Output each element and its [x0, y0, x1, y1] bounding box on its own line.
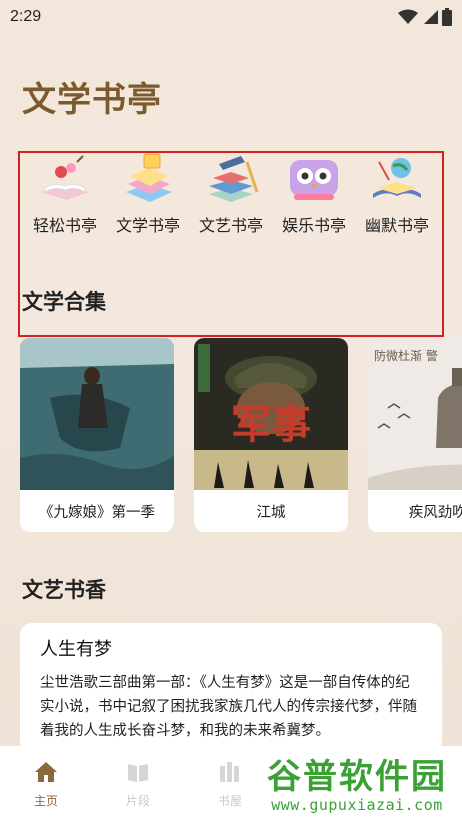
- battery-icon: [442, 8, 452, 26]
- category-label: 娱乐书亭: [281, 216, 346, 235]
- category-label: 文艺书亭: [198, 216, 263, 235]
- watermark-url: www.gupuxiazai.com: [271, 796, 443, 814]
- nav-label: 主页: [33, 794, 58, 808]
- article-title: 人生有梦: [40, 639, 112, 660]
- category-entertainment[interactable]: 娱乐书亭: [273, 152, 355, 242]
- book-icon: [128, 764, 148, 782]
- status-icons: [398, 8, 452, 26]
- book-card[interactable]: 军事 江城: [194, 338, 348, 532]
- signal-icon: [424, 10, 438, 24]
- library-icon: [220, 762, 239, 782]
- book-cover-image: 军事: [194, 338, 348, 490]
- category-label: 文学书亭: [115, 216, 180, 235]
- app-title: 文学书亭: [22, 80, 162, 120]
- section-title-fragrance: 文艺书香: [22, 578, 106, 602]
- article-body: 尘世浩歌三部曲第一部：《人生有梦》这是一部自传体的纪实小说，书中记叙了困扰我家族…: [40, 675, 417, 739]
- nav-label: 书屋: [217, 794, 242, 808]
- book-card[interactable]: 《九嫁娘》第一季: [20, 338, 174, 532]
- nav-fragments[interactable]: 片段: [92, 746, 184, 823]
- watermark-logo-text: 谷普软件园: [267, 757, 447, 797]
- category-label: 轻松书亭: [32, 216, 97, 235]
- book-title: 疾风劲吹了: [408, 504, 462, 521]
- stacked-books-icon: [126, 153, 172, 202]
- book-cover-image: 防微杜渐 警: [368, 338, 462, 490]
- status-time: 2:29: [10, 8, 42, 25]
- home-icon: [35, 762, 57, 782]
- nav-home[interactable]: 主页: [0, 746, 92, 823]
- section-title-collection: 文学合集: [22, 290, 106, 314]
- cover-title: 军事: [231, 401, 311, 448]
- category-label: 幽默书亭: [364, 216, 429, 235]
- category-arts[interactable]: 文艺书亭: [190, 152, 272, 242]
- category-literature[interactable]: 文学书亭: [107, 152, 189, 242]
- category-easy[interactable]: 轻松书亭: [24, 152, 106, 242]
- books-with-pencil-icon: [209, 156, 259, 202]
- book-carousel[interactable]: 《九嫁娘》第一季 军事 江城 防微杜渐 警 疾风劲吹了: [20, 338, 462, 532]
- book-title: 江城: [256, 504, 286, 521]
- nav-label: 片段: [125, 794, 150, 808]
- owl-book-icon: [290, 160, 338, 200]
- article-card[interactable]: 人生有梦 尘世浩歌三部曲第一部：《人生有梦》这是一部自传体的纪实小说，书中记叙了…: [20, 623, 442, 753]
- book-card[interactable]: 防微杜渐 警 疾风劲吹了: [368, 338, 462, 532]
- category-row: 轻松书亭 文学书亭 文艺书亭 娱乐书亭 幽默书亭: [20, 152, 442, 242]
- cover-text: 防微杜渐 警: [374, 348, 438, 363]
- books-with-globe-icon: [373, 158, 421, 198]
- book-title: 《九嫁娘》第一季: [39, 504, 155, 521]
- watermark-logo: 谷普软件园 www.gupuxiazai.com: [254, 750, 460, 822]
- book-cover-image: [20, 338, 174, 490]
- wifi-icon: [398, 9, 418, 24]
- category-humor[interactable]: 幽默书亭: [356, 152, 438, 242]
- books-with-apple-icon: [41, 155, 89, 200]
- status-bar: 2:29: [0, 0, 462, 34]
